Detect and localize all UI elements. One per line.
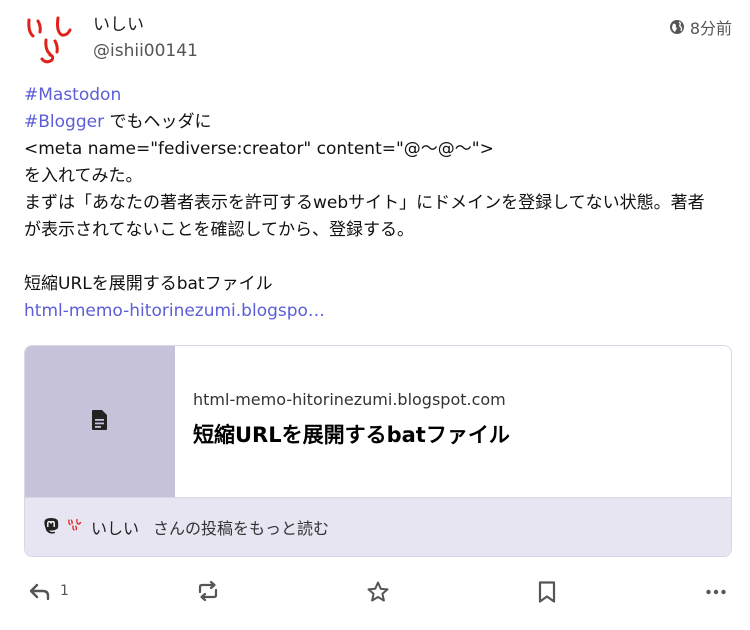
action-bar: 1: [0, 570, 750, 616]
card-domain: html-memo-hitorinezumi.blogspot.com: [193, 390, 506, 409]
post-timestamp[interactable]: 8分前: [669, 15, 732, 39]
hashtag-blogger[interactable]: #Blogger: [24, 112, 104, 132]
reply-count: 1: [60, 583, 69, 599]
reply-icon: [28, 580, 52, 602]
card-title[interactable]: 短縮URLを展開するbatファイル: [193, 419, 510, 449]
bookmark-icon: [536, 580, 558, 604]
content-link[interactable]: html-memo-hitorinezumi.blogspo…: [24, 301, 325, 321]
more-button[interactable]: [704, 580, 728, 604]
content-text: 短縮URLを展開するbatファイル: [24, 274, 273, 294]
avatar[interactable]: [24, 10, 82, 66]
bookmark-button[interactable]: [536, 580, 558, 604]
timestamp-text: 8分前: [689, 19, 732, 38]
status-post: いしい @ishii00141 8分前 #Mastodon #Blogger で…: [0, 0, 750, 630]
document-icon: [91, 409, 109, 435]
content-text: を入れてみた。: [24, 166, 143, 186]
card-info: html-memo-hitorinezumi.blogspot.com 短縮UR…: [193, 390, 510, 449]
link-preview-card[interactable]: html-memo-hitorinezumi.blogspot.com 短縮UR…: [24, 345, 732, 557]
footer-avatar: [67, 517, 83, 537]
boost-button[interactable]: [196, 580, 220, 602]
mastodon-icon: [43, 517, 59, 538]
display-name[interactable]: いしい: [93, 10, 144, 35]
boost-icon: [196, 580, 220, 602]
footer-read-more: さんの投稿をもっと読む: [153, 519, 330, 538]
post-content: #Mastodon #Blogger でもヘッダに <meta name="fe…: [24, 82, 714, 325]
content-text: まずは「あなたの著者表示を許可するwebサイト」にドメインを登録してない状態。著…: [24, 193, 705, 240]
card-thumbnail: [25, 346, 175, 497]
footer-author-name[interactable]: いしい: [91, 515, 139, 539]
card-footer[interactable]: いしい さんの投稿をもっと読む: [25, 497, 731, 556]
favourite-button[interactable]: [366, 580, 390, 604]
globe-icon: [669, 19, 685, 35]
reply-button[interactable]: 1: [28, 580, 69, 602]
account-handle[interactable]: @ishii00141: [93, 41, 198, 61]
star-icon: [366, 580, 390, 604]
content-text: <meta name="fediverse:creator" content="…: [24, 139, 494, 159]
more-icon: [704, 580, 728, 604]
content-text: でもヘッダに: [104, 112, 212, 132]
hashtag-mastodon[interactable]: #Mastodon: [24, 85, 121, 105]
